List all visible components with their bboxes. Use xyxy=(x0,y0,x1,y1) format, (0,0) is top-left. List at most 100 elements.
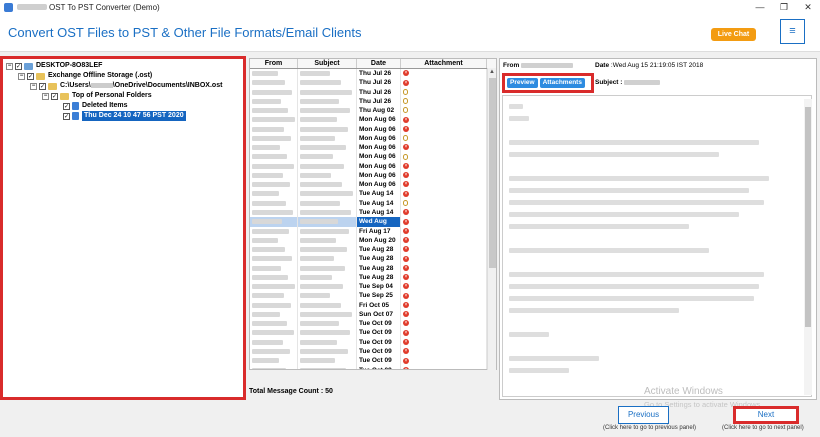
previous-button[interactable]: Previous xyxy=(618,406,669,424)
redacted-text xyxy=(509,200,764,205)
checkbox[interactable]: ✓ xyxy=(27,72,34,80)
table-row[interactable]: Mon Aug 06 × xyxy=(250,170,496,181)
table-row[interactable]: Thu Jul 26 xyxy=(250,96,496,107)
column-header-subject[interactable]: Subject xyxy=(298,59,357,68)
table-row[interactable]: Tue Aug 28 × xyxy=(250,272,496,283)
column-header-date[interactable]: Date xyxy=(357,59,401,68)
redacted-text xyxy=(252,265,281,271)
table-row[interactable]: Tue Aug 14 × xyxy=(250,189,496,199)
column-header-from[interactable]: From xyxy=(250,59,298,68)
next-button[interactable]: Next xyxy=(733,406,799,424)
redacted-text xyxy=(252,247,285,253)
checkbox[interactable]: ✓ xyxy=(63,102,70,110)
checkbox[interactable]: ✓ xyxy=(15,62,22,70)
grid-scrollbar[interactable]: ▲ xyxy=(487,68,496,370)
table-row[interactable]: Mon Aug 06 × xyxy=(250,161,496,171)
table-row[interactable]: Tue Aug 28 × xyxy=(250,263,496,273)
table-row[interactable]: Mon Aug 06 × xyxy=(250,124,496,134)
cell-from xyxy=(250,115,298,125)
cell-from xyxy=(250,235,298,246)
cell-attachment: × xyxy=(401,143,487,153)
tree-node-top-folders[interactable]: − ✓ Top of Personal Folders xyxy=(6,91,240,101)
table-row[interactable]: Tue Oct 09 × xyxy=(250,356,496,366)
tab-preview[interactable]: Preview xyxy=(507,78,538,88)
table-row[interactable]: Mon Aug 06 × xyxy=(250,115,496,125)
folder-tree[interactable]: − ✓ DESKTOP-8O83LEF − ✓ Exchange Offline… xyxy=(0,56,246,400)
live-chat-button[interactable]: Live Chat xyxy=(711,28,756,41)
checkbox[interactable]: ✓ xyxy=(63,112,70,120)
tree-node-selected[interactable]: ✓ Thu Dec 24 10 47 56 PST 2020 xyxy=(6,111,240,121)
table-row[interactable]: Tue Oct 09 × xyxy=(250,337,496,347)
redacted-text xyxy=(300,321,339,327)
minimize-icon[interactable]: — xyxy=(748,0,772,14)
table-row[interactable]: Thu Aug 02 xyxy=(250,106,496,116)
redacted-text xyxy=(300,209,351,215)
redacted-text xyxy=(509,248,709,253)
table-row[interactable]: Mon Aug 06 × xyxy=(250,180,496,190)
tree-node-root[interactable]: − ✓ DESKTOP-8O83LEF xyxy=(6,61,240,71)
hamburger-icon[interactable]: ≡ xyxy=(780,19,805,44)
table-row[interactable]: Mon Aug 06 × xyxy=(250,143,496,153)
table-row[interactable]: Tue Aug 28 × xyxy=(250,254,496,264)
table-row[interactable]: Tue Aug 14 xyxy=(250,198,496,208)
no-attachment-icon: × xyxy=(403,172,409,179)
no-attachment-icon: × xyxy=(403,70,409,77)
collapse-icon[interactable]: − xyxy=(42,92,49,100)
cell-attachment xyxy=(401,96,487,107)
table-row[interactable]: Mon Aug 06 xyxy=(250,152,496,162)
tree-node-store[interactable]: − ✓ Exchange Offline Storage (.ost) xyxy=(6,71,240,81)
table-row[interactable]: Tue Oct 09 × xyxy=(250,328,496,338)
tree-node-ost-file[interactable]: − ✓ C:\Users\ \OneDrive\Documents\INBOX.o… xyxy=(6,81,240,91)
cell-attachment: × xyxy=(401,226,487,236)
no-attachment-icon: × xyxy=(403,338,409,345)
table-row[interactable]: Thu Jul 26 xyxy=(250,87,496,97)
redacted-text xyxy=(300,274,332,280)
cell-subject xyxy=(298,217,357,227)
table-row[interactable]: Sun Oct 07 × xyxy=(250,309,496,320)
checkbox[interactable]: ✓ xyxy=(51,92,58,100)
table-row[interactable]: Mon Aug 20 × xyxy=(250,235,496,246)
collapse-icon[interactable]: − xyxy=(30,82,37,90)
no-attachment-icon: × xyxy=(403,292,409,299)
table-row[interactable]: Tue Aug 28 × xyxy=(250,245,496,255)
redacted-text xyxy=(509,176,769,181)
redacted-text xyxy=(252,145,280,151)
checkbox[interactable]: ✓ xyxy=(39,82,46,90)
table-row[interactable]: Tue Oct 09 × xyxy=(250,365,496,369)
collapse-icon[interactable]: − xyxy=(6,62,13,70)
cell-date: Fri Aug 17 xyxy=(357,226,401,236)
restore-icon[interactable]: ❐ xyxy=(772,0,796,14)
message-grid[interactable]: From Subject Date Attachment Thu Jul 26 ×… xyxy=(249,58,497,370)
table-row[interactable]: Tue Sep 25 × xyxy=(250,291,496,301)
preview-scrollbar[interactable] xyxy=(804,99,812,395)
table-row[interactable]: Fri Oct 05 × xyxy=(250,300,496,310)
no-attachment-icon: × xyxy=(403,218,409,225)
table-row[interactable]: Wed Aug × xyxy=(250,217,496,227)
redacted-text xyxy=(509,272,764,277)
table-row[interactable]: Thu Jul 26 × xyxy=(250,69,496,79)
tree-node-deleted-items[interactable]: ✓ Deleted Items xyxy=(6,101,240,111)
scroll-thumb[interactable] xyxy=(805,107,811,327)
table-row[interactable]: Tue Sep 04 × xyxy=(250,282,496,292)
close-icon[interactable]: ✕ xyxy=(796,0,820,14)
cell-attachment: × xyxy=(401,217,487,227)
table-row[interactable]: Tue Oct 09 × xyxy=(250,346,496,357)
table-row[interactable]: Fri Aug 17 × xyxy=(250,226,496,236)
table-row[interactable]: Mon Aug 06 xyxy=(250,133,496,144)
redacted-text xyxy=(509,284,759,289)
no-attachment-icon: × xyxy=(403,348,409,355)
tab-attachments[interactable]: Attachments xyxy=(539,78,585,88)
table-row[interactable]: Tue Oct 09 × xyxy=(250,319,496,329)
cell-subject xyxy=(298,170,357,181)
scroll-up-icon[interactable]: ▲ xyxy=(488,68,496,77)
date-value: :Wed Aug 15 21:19:05 IST 2018 xyxy=(610,62,704,69)
cell-attachment xyxy=(401,152,487,162)
cell-from xyxy=(250,152,298,162)
folder-icon xyxy=(72,102,79,110)
column-header-attachment[interactable]: Attachment xyxy=(401,59,487,68)
scroll-thumb[interactable] xyxy=(489,78,496,268)
table-row[interactable]: Thu Jul 26 × xyxy=(250,78,496,88)
table-row[interactable]: Tue Aug 14 × xyxy=(250,207,496,218)
collapse-icon[interactable]: − xyxy=(18,72,25,80)
redacted-text xyxy=(252,117,295,123)
